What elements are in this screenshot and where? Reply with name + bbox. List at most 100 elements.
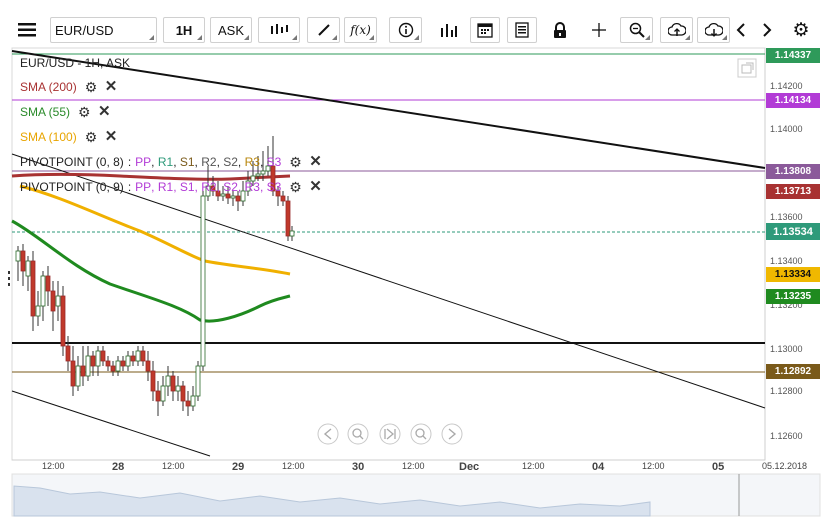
symbol-label: EUR/USD (55, 22, 114, 38)
indicators-button[interactable]: f(x) (344, 17, 377, 43)
candle-up (175, 385, 181, 392)
price-type-selector[interactable]: ASK (210, 17, 252, 43)
legend-pivot-1: PIVOTPOINT (0, 8) : PP, R1, S1, R2, S2, … (20, 153, 323, 170)
pivot-part-r3: R3 (244, 180, 260, 194)
time-label: 30 (352, 461, 364, 473)
candle-up (85, 355, 91, 377)
menu-icon[interactable] (12, 17, 42, 43)
candle-down (185, 400, 191, 407)
candle-down (155, 390, 161, 402)
candle-up (25, 260, 31, 277)
price-tag: 1.13235 (766, 289, 820, 304)
sma-55-settings-gear-icon[interactable]: ⚙ (78, 105, 92, 119)
timeframe-label: 1H (175, 22, 193, 38)
legend-sma-100: SMA (100) ⚙ ✕ (20, 129, 119, 145)
prev-icon[interactable] (731, 17, 751, 43)
sma-55-label: SMA (55) (20, 105, 71, 119)
pivot-part-r2: R2 (201, 155, 217, 169)
candle-down (30, 260, 36, 317)
scroll-left-icon[interactable] (317, 423, 339, 445)
draw-tool-button[interactable] (307, 17, 340, 43)
candle-up (260, 170, 266, 175)
pivot-2-close-icon[interactable]: ✕ (309, 179, 323, 194)
price-tick: 1.13400 (770, 256, 803, 266)
candle-down (170, 375, 176, 392)
data-table-button[interactable] (507, 17, 537, 43)
upload-button[interactable] (660, 17, 693, 43)
price-tag: 1.14337 (766, 48, 820, 63)
chart-area[interactable]: 1.14200 1.14000 1.13600 1.13400 1.13200 … (0, 46, 823, 518)
volume-icon[interactable] (435, 17, 463, 43)
chart-type-button[interactable] (258, 17, 300, 43)
candle-down (140, 350, 146, 362)
sma-100-settings-gear-icon[interactable]: ⚙ (85, 130, 99, 144)
candle-down (100, 350, 106, 362)
candle-down (20, 250, 26, 272)
candle-down (120, 360, 126, 367)
zoom-out-icon[interactable] (347, 423, 369, 445)
candle-up (160, 385, 166, 402)
pivot-2-label: PIVOTPOINT (0, 9) (20, 180, 124, 194)
sma-200-close-icon[interactable]: ✕ (105, 79, 119, 94)
candle-up (165, 375, 171, 387)
candle-down (65, 345, 71, 362)
candle-up (230, 195, 236, 199)
candle-up (135, 350, 141, 362)
crosshair-icon[interactable] (587, 17, 611, 43)
pivot-1-label: PIVOTPOINT (0, 8) (20, 155, 124, 169)
candle-up (35, 305, 41, 317)
sma-100-close-icon[interactable]: ✕ (105, 129, 119, 144)
reset-icon[interactable] (379, 423, 401, 445)
zoom-button[interactable] (620, 17, 653, 43)
pencil-icon (317, 24, 330, 36)
candle-up (75, 365, 81, 387)
info-button[interactable] (389, 17, 422, 43)
expand-icon[interactable] (737, 58, 757, 78)
sma-200-label: SMA (200) (20, 80, 77, 94)
current-price-tag: 1.13534 (766, 223, 820, 240)
lock-icon[interactable] (548, 17, 572, 43)
candle-down (45, 275, 51, 292)
price-tick: 1.14200 (770, 81, 803, 91)
settings-gear-icon[interactable]: ⚙ (789, 17, 813, 43)
sma-200-settings-gear-icon[interactable]: ⚙ (85, 80, 99, 94)
left-drag-handle[interactable] (8, 271, 10, 286)
document-icon (515, 22, 529, 38)
candle-down (105, 360, 111, 367)
legend-sma-200: SMA (200) ⚙ ✕ (20, 79, 119, 95)
candle-up (255, 173, 261, 177)
sma-55-close-icon[interactable]: ✕ (98, 104, 112, 119)
legend-instrument: EUR/USD - 1H, ASK (20, 55, 130, 71)
pivot-1-settings-gear-icon[interactable]: ⚙ (289, 155, 303, 169)
candle-up (195, 365, 201, 397)
price-tag: 1.13334 (766, 267, 820, 282)
candle-down (150, 370, 156, 392)
pivot-part-s1: S1 (179, 155, 195, 169)
zoom-in-icon[interactable] (410, 423, 432, 445)
pivot-1-close-icon[interactable]: ✕ (309, 154, 323, 169)
time-label: 04 (592, 461, 605, 473)
candle-up (125, 355, 131, 367)
cloud-download-icon (704, 22, 723, 37)
candle-down (110, 365, 116, 372)
candle-down (90, 355, 96, 367)
cloud-upload-icon (667, 22, 686, 36)
download-button[interactable] (697, 17, 730, 43)
next-icon[interactable] (757, 17, 777, 43)
pivot-2-settings-gear-icon[interactable]: ⚙ (289, 180, 303, 194)
candle-down (180, 385, 186, 402)
fx-label: f(x) (350, 23, 371, 37)
timeframe-selector[interactable]: 1H (163, 17, 205, 43)
pivot-part-r2: R2 (201, 180, 217, 194)
pivot-part-s3: S3 (266, 155, 282, 169)
symbol-selector[interactable]: EUR/USD (50, 17, 157, 43)
time-label: 12:00 (162, 461, 185, 471)
price-chart[interactable]: 1.14200 1.14000 1.13600 1.13400 1.13200 … (0, 46, 823, 518)
pivot-part-s1: S1 (179, 180, 195, 194)
calendar-icon (477, 23, 493, 38)
price-tick: 1.12800 (770, 386, 803, 396)
scroll-right-icon[interactable] (441, 423, 463, 445)
instrument-label: EUR/USD - 1H, ASK (20, 56, 131, 70)
calendar-button[interactable] (470, 17, 500, 43)
pivot-part-pp: PP (135, 155, 152, 169)
